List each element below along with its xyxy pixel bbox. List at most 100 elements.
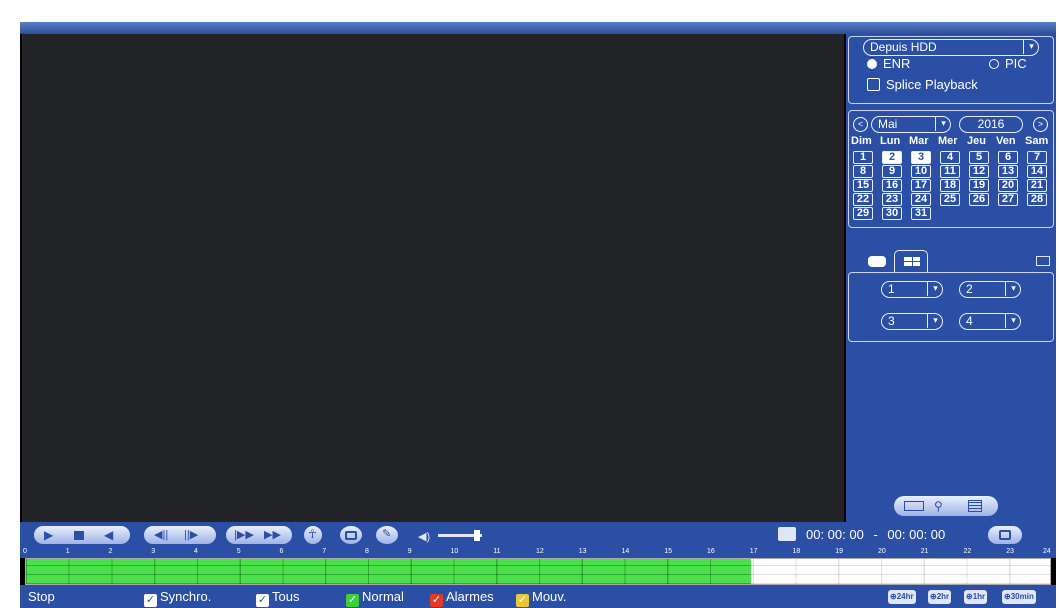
calendar-day[interactable]: 28 bbox=[1027, 193, 1047, 206]
ruler-tick: 15 bbox=[664, 548, 673, 555]
video-display[interactable] bbox=[22, 34, 844, 522]
legend-tous[interactable]: ✓ Tous bbox=[256, 589, 299, 607]
smart-search-icon[interactable]: ⚲ bbox=[934, 499, 943, 513]
channel-select-1[interactable]: 1 ▾ bbox=[881, 281, 943, 298]
fullscreen-icon[interactable] bbox=[1036, 256, 1050, 266]
dvr-playback-screen: Depuis HDD ▾ ENR PIC Splice Playback < M… bbox=[20, 22, 1056, 608]
calendar-day[interactable]: 22 bbox=[853, 193, 873, 206]
stop-icon[interactable] bbox=[74, 531, 84, 540]
file-list-icon[interactable] bbox=[968, 500, 982, 512]
chevron-down-icon: ▾ bbox=[935, 116, 951, 131]
volume-icon[interactable]: ◀) bbox=[418, 530, 430, 543]
splice-playback-checkbox[interactable]: Splice Playback bbox=[867, 77, 978, 92]
next-month-button[interactable]: > bbox=[1033, 117, 1048, 132]
weekday-label: Ven bbox=[996, 135, 1016, 147]
status-bar: Stop ✓ Synchro. ✓ Tous ✓ Normal ✓ Alarmes ✓ M… bbox=[20, 585, 1056, 608]
calendar-day[interactable]: 24 bbox=[911, 193, 931, 206]
save-icon bbox=[999, 530, 1011, 540]
calendar-day[interactable]: 12 bbox=[969, 165, 989, 178]
chevron-down-icon: ▾ bbox=[927, 313, 943, 328]
legend-normal[interactable]: ✓ Normal bbox=[346, 589, 404, 607]
volume-thumb[interactable] bbox=[474, 530, 480, 541]
pin-icon: ✎ bbox=[382, 528, 392, 540]
backup-button[interactable] bbox=[988, 526, 1022, 544]
month-select[interactable]: Mai ▾ bbox=[871, 116, 951, 133]
volume-slider[interactable] bbox=[438, 530, 482, 541]
weekday-label: Mar bbox=[909, 135, 929, 147]
calendar-day[interactable]: 21 bbox=[1027, 179, 1047, 192]
mode-pic[interactable]: PIC bbox=[989, 56, 1027, 71]
channel-select-4[interactable]: 4 ▾ bbox=[959, 313, 1021, 330]
chevron-down-icon: ▾ bbox=[1005, 281, 1021, 296]
zoom-1hr-button[interactable]: ⊕1hr bbox=[964, 590, 988, 604]
quad-view-tab[interactable] bbox=[894, 250, 928, 272]
calendar-day[interactable]: 5 bbox=[969, 151, 989, 164]
channel-select-2[interactable]: 2 ▾ bbox=[959, 281, 1021, 298]
calendar-day[interactable]: 30 bbox=[882, 207, 902, 220]
ruler-tick: 20 bbox=[878, 548, 886, 555]
slow-icon[interactable]: |▶▶ bbox=[234, 530, 254, 541]
calendar-day[interactable]: 15 bbox=[853, 179, 873, 192]
legend-alarmes[interactable]: ✓ Alarmes bbox=[430, 589, 494, 607]
calendar-day[interactable]: 14 bbox=[1027, 165, 1047, 178]
legend-mouv[interactable]: ✓ Mouv. bbox=[516, 589, 566, 607]
end-time[interactable]: 00: 00: 00 bbox=[887, 527, 945, 542]
right-panel: Depuis HDD ▾ ENR PIC Splice Playback < M… bbox=[846, 34, 1056, 522]
zoom-24hr-button[interactable]: ⊕24hr bbox=[888, 590, 916, 604]
fast-forward-icon[interactable]: ▶▶ bbox=[264, 530, 281, 541]
weekday-label: Sam bbox=[1025, 135, 1049, 147]
source-value: Depuis HDD bbox=[870, 40, 937, 54]
calendar-day[interactable]: 11 bbox=[940, 165, 960, 178]
reverse-play-icon[interactable]: ◀ bbox=[104, 529, 113, 541]
calendar-day[interactable]: 27 bbox=[998, 193, 1018, 206]
mode-enr[interactable]: ENR bbox=[867, 56, 910, 71]
checkbox-icon bbox=[867, 78, 880, 91]
calendar-day[interactable]: 25 bbox=[940, 193, 960, 206]
calendar-day[interactable]: 18 bbox=[940, 179, 960, 192]
calendar-day[interactable]: 8 bbox=[853, 165, 873, 178]
zoom-2hr-button[interactable]: ⊕2hr bbox=[928, 590, 952, 604]
channel-select-3[interactable]: 3 ▾ bbox=[881, 313, 943, 330]
prev-month-button[interactable]: < bbox=[853, 117, 868, 132]
calendar-day[interactable]: 7 bbox=[1027, 151, 1047, 164]
calendar-day[interactable]: 2 bbox=[882, 151, 902, 164]
source-select[interactable]: Depuis HDD ▾ bbox=[863, 39, 1039, 56]
prev-frame-icon[interactable]: ◀|| bbox=[154, 530, 168, 541]
check-icon: ✓ bbox=[430, 594, 443, 607]
ruler-tick: 18 bbox=[792, 548, 801, 555]
zoom-30min-button[interactable]: ⊕30min bbox=[1002, 590, 1036, 604]
ruler-tick: 14 bbox=[621, 548, 630, 555]
calendar-day[interactable]: 4 bbox=[940, 151, 960, 164]
calendar-day[interactable]: 3 bbox=[911, 151, 931, 164]
search-list-icon[interactable] bbox=[904, 501, 924, 511]
start-time[interactable]: 00: 00: 00 bbox=[806, 527, 864, 542]
ruler-tick: 10 bbox=[450, 548, 459, 555]
calendar-day[interactable]: 20 bbox=[998, 179, 1018, 192]
single-view-button[interactable] bbox=[868, 256, 886, 267]
calendar-day[interactable]: 16 bbox=[882, 179, 902, 192]
calendar-day[interactable]: 17 bbox=[911, 179, 931, 192]
calendar-day[interactable]: 1 bbox=[853, 151, 873, 164]
calendar-day[interactable]: 29 bbox=[853, 207, 873, 220]
calendar-day[interactable]: 13 bbox=[998, 165, 1018, 178]
timeline-bar[interactable] bbox=[25, 558, 1051, 585]
calendar-day[interactable]: 9 bbox=[882, 165, 902, 178]
ruler-tick: 11 bbox=[493, 548, 501, 555]
calendar-day[interactable]: 23 bbox=[882, 193, 902, 206]
play-icon[interactable]: ▶ bbox=[44, 529, 53, 541]
next-frame-icon[interactable]: ||▶ bbox=[184, 530, 198, 541]
calendar-day[interactable]: 19 bbox=[969, 179, 989, 192]
check-icon: ✓ bbox=[256, 594, 269, 607]
source-box: Depuis HDD ▾ ENR PIC Splice Playback bbox=[848, 36, 1054, 104]
ruler-tick: 16 bbox=[707, 548, 715, 555]
calendar-day[interactable]: 26 bbox=[969, 193, 989, 206]
calendar-day[interactable]: 31 bbox=[911, 207, 931, 220]
calendar-day[interactable]: 10 bbox=[911, 165, 931, 178]
year-field[interactable]: 2016 bbox=[959, 116, 1023, 133]
weekday-label: Mer bbox=[938, 135, 958, 147]
legend-synchro[interactable]: ✓ Synchro. bbox=[144, 589, 211, 607]
calendar-day[interactable]: 6 bbox=[998, 151, 1018, 164]
time-search-icon[interactable] bbox=[778, 527, 796, 541]
ruler-tick: 17 bbox=[749, 548, 758, 555]
chevron-down-icon: ▾ bbox=[1023, 39, 1039, 54]
